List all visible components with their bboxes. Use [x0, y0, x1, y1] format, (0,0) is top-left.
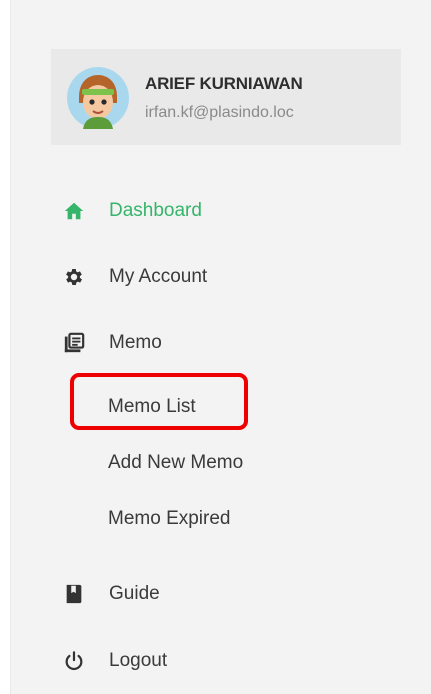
nav-label-add-new-memo: Add New Memo	[108, 452, 244, 473]
highlight-annotation	[70, 373, 248, 430]
nav-label-memo-expired: Memo Expired	[108, 508, 231, 529]
nav-item-logout[interactable]: Logout	[11, 640, 431, 680]
nav-item-memo[interactable]: Memo	[11, 322, 431, 362]
user-name: ARIEF KURNIAWAN	[145, 74, 303, 93]
document-list-icon	[64, 332, 85, 353]
nav-label-guide: Guide	[109, 583, 160, 604]
nav-subitem-memo-expired[interactable]: Memo Expired	[11, 500, 431, 536]
avatar	[67, 67, 129, 129]
power-icon	[65, 651, 83, 671]
user-email: irfan.kf@plasindo.loc	[145, 104, 294, 121]
home-icon	[64, 202, 84, 220]
nav-item-dashboard[interactable]: Dashboard	[11, 190, 431, 230]
nav-label-memo: Memo	[109, 332, 162, 353]
sidebar: ARIEF KURNIAWAN irfan.kf@plasindo.loc Da…	[10, 0, 431, 694]
gear-icon	[66, 269, 82, 285]
user-profile-card[interactable]: ARIEF KURNIAWAN irfan.kf@plasindo.loc	[51, 49, 401, 145]
book-icon	[66, 584, 82, 604]
nav-label-dashboard: Dashboard	[109, 200, 202, 221]
nav-label-my-account: My Account	[109, 266, 208, 287]
nav-label-logout: Logout	[109, 650, 168, 671]
nav-item-my-account[interactable]: My Account	[11, 256, 431, 296]
nav-subitem-add-new-memo[interactable]: Add New Memo	[11, 444, 431, 480]
nav-item-guide[interactable]: Guide	[11, 573, 431, 613]
